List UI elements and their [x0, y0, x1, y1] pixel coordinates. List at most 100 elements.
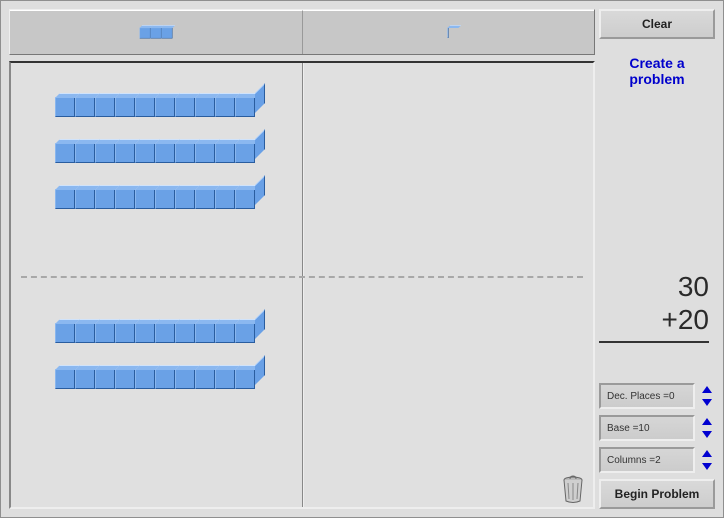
dec-label-text: Dec. Places =	[607, 391, 669, 402]
tens-rod[interactable]	[55, 369, 255, 389]
operator: +	[661, 304, 677, 335]
unit-cube	[55, 323, 75, 343]
unit-cube	[55, 143, 75, 163]
unit-cube	[235, 143, 255, 163]
chevron-down-icon	[702, 399, 712, 406]
unit-cube	[135, 97, 155, 117]
unit-cube	[135, 189, 155, 209]
unit-cube	[135, 323, 155, 343]
cols-label-text: Columns =	[607, 455, 655, 466]
workspace[interactable]	[9, 61, 595, 509]
equation-rule	[599, 341, 709, 343]
tens-rod[interactable]	[55, 189, 255, 209]
unit-cube	[155, 369, 175, 389]
app-frame: Clear Create a problem 30 +20 Dec. Place…	[0, 0, 724, 518]
unit-cube	[115, 369, 135, 389]
base-label: Base = 10	[599, 415, 695, 441]
unit-cube	[115, 143, 135, 163]
cols-down-button[interactable]	[699, 460, 715, 473]
settings-group: Dec. Places = 0 Base = 10 Columns	[599, 383, 715, 473]
unit-cube-icon	[448, 28, 449, 38]
unit-cube	[235, 97, 255, 117]
unit-cube	[75, 189, 95, 209]
unit-cube	[195, 97, 215, 117]
unit-cube	[175, 189, 195, 209]
unit-cube	[95, 369, 115, 389]
chevron-down-icon	[702, 463, 712, 470]
trash-icon[interactable]	[561, 475, 585, 503]
unit-cube	[55, 97, 75, 117]
chevron-down-icon	[702, 431, 712, 438]
instruction-text: Create a problem	[599, 45, 715, 87]
unit-cube	[95, 143, 115, 163]
unit-cube	[235, 323, 255, 343]
unit-cube	[215, 369, 235, 389]
ones-area[interactable]	[302, 63, 593, 507]
unit-cube	[195, 369, 215, 389]
unit-cube	[155, 189, 175, 209]
ones-column-header[interactable]	[302, 10, 595, 54]
tens-rod[interactable]	[55, 143, 255, 163]
tens-rod[interactable]	[55, 97, 255, 117]
operand1: 30	[599, 270, 709, 304]
unit-cube	[155, 143, 175, 163]
unit-cube	[215, 97, 235, 117]
chevron-up-icon	[702, 450, 712, 457]
cols-up-button[interactable]	[699, 447, 715, 460]
instruction-area: Create a problem 30 +20	[599, 45, 715, 343]
dec-places-row: Dec. Places = 0	[599, 383, 715, 409]
main-panel	[1, 1, 595, 517]
equation-display: 30 +20	[599, 270, 715, 343]
unit-cube	[155, 323, 175, 343]
chevron-up-icon	[702, 418, 712, 425]
unit-cube	[95, 189, 115, 209]
columns-spinner	[699, 447, 715, 473]
dec-down-button[interactable]	[699, 396, 715, 409]
unit-cube	[175, 97, 195, 117]
sidebar-panel: Clear Create a problem 30 +20 Dec. Place…	[595, 1, 723, 517]
dec-places-label: Dec. Places = 0	[599, 383, 695, 409]
tens-rod[interactable]	[55, 323, 255, 343]
unit-cube	[175, 369, 195, 389]
column-header-bar	[9, 9, 595, 55]
dec-up-button[interactable]	[699, 383, 715, 396]
unit-cube	[115, 323, 135, 343]
unit-cube	[75, 97, 95, 117]
unit-cube	[75, 143, 95, 163]
clear-button[interactable]: Clear	[599, 9, 715, 39]
unit-cube	[175, 323, 195, 343]
unit-cube	[115, 189, 135, 209]
unit-cube	[95, 97, 115, 117]
base-up-button[interactable]	[699, 415, 715, 428]
unit-cube	[195, 189, 215, 209]
unit-cube	[195, 143, 215, 163]
unit-cube	[55, 369, 75, 389]
unit-cube	[155, 97, 175, 117]
base-row: Base = 10	[599, 415, 715, 441]
dec-value: 0	[669, 391, 675, 402]
unit-cube	[75, 323, 95, 343]
base-down-button[interactable]	[699, 428, 715, 441]
base-spinner	[699, 415, 715, 441]
tens-top-area[interactable]	[55, 97, 255, 209]
chevron-up-icon	[702, 386, 712, 393]
tens-bottom-area[interactable]	[55, 323, 255, 389]
unit-cube	[95, 323, 115, 343]
unit-cube	[175, 143, 195, 163]
unit-cube	[215, 189, 235, 209]
tens-column-header[interactable]	[10, 10, 302, 54]
unit-cube	[235, 189, 255, 209]
operand2: 20	[678, 304, 709, 335]
unit-cube	[215, 143, 235, 163]
begin-problem-button[interactable]: Begin Problem	[599, 479, 715, 509]
unit-cube	[115, 97, 135, 117]
base-label-text: Base =	[607, 423, 638, 434]
unit-cube	[195, 323, 215, 343]
unit-cube	[215, 323, 235, 343]
operand2-row: +20	[599, 303, 709, 337]
base-value: 10	[638, 423, 649, 434]
tens-rod-icon	[139, 27, 172, 38]
unit-cube	[135, 369, 155, 389]
columns-label: Columns = 2	[599, 447, 695, 473]
columns-row: Columns = 2	[599, 447, 715, 473]
